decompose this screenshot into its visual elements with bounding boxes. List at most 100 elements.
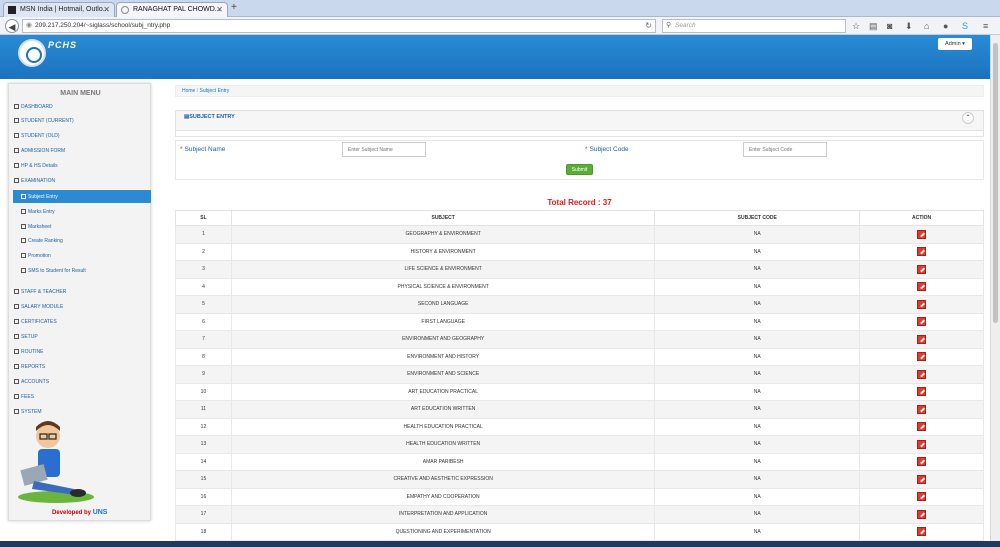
close-tab-icon[interactable]: ✕ <box>216 3 223 16</box>
sidebar-item-reports[interactable]: REPORTS <box>14 361 45 373</box>
sidebar-item-student-current[interactable]: STUDENT (CURRENT) <box>14 115 74 127</box>
grid-icon <box>21 194 26 200</box>
bookmark-star-icon[interactable]: ☆ <box>852 19 860 33</box>
cell-subject: INTERPRETATION AND APPLICATION <box>230 505 656 524</box>
sidebar-item-routine[interactable]: ROUTINE <box>14 346 44 358</box>
edit-icon[interactable] <box>917 387 927 397</box>
edit-icon[interactable] <box>917 404 927 414</box>
edit-icon[interactable] <box>917 299 927 309</box>
submit-button[interactable]: Submit <box>566 164 593 175</box>
cell-subject-code: NA <box>654 435 861 454</box>
edit-icon[interactable] <box>917 282 927 292</box>
breadcrumb-home-link[interactable]: Home <box>182 88 195 94</box>
sidebar-item-dashboard[interactable]: DASHBOARD <box>14 101 53 113</box>
edit-icon[interactable] <box>917 474 927 484</box>
chat-icon[interactable]: ● <box>943 19 948 33</box>
browser-search-input[interactable]: ⚲ Search <box>662 19 846 33</box>
sidebar-item-admission-form[interactable]: ADMISSION FORM <box>14 145 65 157</box>
sidebar-subitem-promotion[interactable]: Promotion <box>21 250 51 262</box>
subject-name-input[interactable] <box>342 142 426 157</box>
cell-subject-code: NA <box>654 242 861 261</box>
edit-icon[interactable] <box>917 334 927 344</box>
cell-sl: 3 <box>175 260 232 279</box>
edit-icon[interactable] <box>917 229 927 239</box>
sidebar-item-setup[interactable]: SETUP <box>14 331 38 343</box>
home-icon[interactable]: ⌂ <box>924 19 929 33</box>
reading-list-icon[interactable]: ▤ <box>869 19 878 33</box>
admin-dropdown-button[interactable]: Admin ▾ <box>938 38 972 50</box>
cell-subject-code: NA <box>654 505 861 524</box>
collapse-chevron-icon[interactable]: ⌃ <box>962 112 974 124</box>
sidebar-item-hp-hs-details[interactable]: HP & HS Details <box>14 160 58 172</box>
sidebar-subitem-sms-result[interactable]: SMS to Student for Result <box>21 265 86 277</box>
sidebar-subitem-marks-entry[interactable]: Marks Entry <box>21 206 55 218</box>
edit-icon[interactable] <box>917 317 927 327</box>
skype-icon[interactable]: S <box>962 19 968 33</box>
sidebar-item-examination[interactable]: EXAMINATION <box>14 175 55 187</box>
table-row: 14 AMAR PARIBESH NA <box>175 452 984 471</box>
scrollbar-thumb[interactable] <box>993 43 998 323</box>
edit-icon[interactable] <box>917 369 927 379</box>
close-tab-icon[interactable]: ✕ <box>103 3 110 16</box>
back-arrow-icon[interactable]: ◀ <box>5 19 19 33</box>
browser-tab-ranaghat[interactable]: RANAGHAT PAL CHOWD... ✕ <box>116 2 228 17</box>
table-row: 5 SECOND LANGUAGE NA <box>175 295 984 314</box>
edit-icon[interactable] <box>917 457 927 467</box>
cell-subject-code: NA <box>654 487 861 506</box>
grid-icon <box>14 364 19 370</box>
cell-sl: 5 <box>175 295 232 314</box>
edit-icon[interactable] <box>917 264 927 274</box>
cell-sl: 18 <box>175 522 232 541</box>
sidebar-subitem-create-ranking[interactable]: Create Ranking <box>21 235 63 247</box>
cell-sl: 13 <box>175 435 232 454</box>
new-tab-icon[interactable]: + <box>231 2 237 13</box>
cell-action <box>859 260 984 279</box>
cell-action <box>859 505 984 524</box>
cell-sl: 16 <box>175 487 232 506</box>
cell-subject: ENVIRONMENT AND HISTORY <box>230 347 656 366</box>
grid-icon <box>21 209 26 215</box>
grid-icon <box>14 163 19 169</box>
sidebar-subitem-subject-entry[interactable]: Subject Entry <box>21 191 58 203</box>
grid-icon <box>14 148 19 154</box>
sidebar-item-accounts[interactable]: ACCOUNTS <box>14 376 49 388</box>
grid-icon <box>21 238 26 244</box>
tab-title: MSN India | Hotmail, Outlo... <box>20 6 109 13</box>
download-icon[interactable]: ⬇ <box>905 19 913 33</box>
reload-icon[interactable]: ↻ <box>645 20 652 32</box>
sidebar-item-salary-module[interactable]: SALARY MODULE <box>14 301 63 313</box>
menu-icon[interactable]: ≡ <box>983 19 988 33</box>
edit-icon[interactable] <box>917 527 927 537</box>
edit-icon[interactable] <box>917 422 927 432</box>
edit-icon[interactable] <box>917 492 927 502</box>
table-row: 11 ART EDUCATION WRITTEN NA <box>175 400 984 419</box>
tab-title: RANAGHAT PAL CHOWD... <box>133 6 221 13</box>
edit-icon[interactable] <box>917 439 927 449</box>
developer-logo[interactable]: UNS <box>93 509 108 516</box>
page-scrollbar[interactable] <box>990 35 1000 541</box>
sidebar-item-student-old[interactable]: STUDENT (OLD) <box>14 130 60 142</box>
browser-tab-msn[interactable]: MSN India | Hotmail, Outlo... ✕ <box>3 2 115 17</box>
cell-sl: 17 <box>175 505 232 524</box>
cell-subject: FIRST LANGUAGE <box>230 312 656 331</box>
sidebar-item-staff-teacher[interactable]: STAFF & TEACHER <box>14 286 66 298</box>
os-taskbar <box>0 541 1000 547</box>
table-row: 12 HEALTH EDUCATION PRACTICAL NA <box>175 417 984 436</box>
panel-title: ▤SUBJECT ENTRY <box>184 114 235 120</box>
edit-icon[interactable] <box>917 509 927 519</box>
edit-icon[interactable] <box>917 352 927 362</box>
cell-subject-code: NA <box>654 452 861 471</box>
cell-sl: 6 <box>175 312 232 331</box>
sidebar-subitem-marksheet[interactable]: Marksheet <box>21 221 51 233</box>
school-logo-icon[interactable] <box>18 39 46 67</box>
search-placeholder: Search <box>675 22 696 29</box>
sidebar-item-system[interactable]: SYSTEM <box>14 406 42 418</box>
sidebar-item-certificates[interactable]: CERTIFICATES <box>14 316 57 328</box>
pocket-icon[interactable]: ◙ <box>887 19 892 33</box>
sidebar-item-fees[interactable]: FEES <box>14 391 34 403</box>
edit-icon[interactable] <box>917 247 927 257</box>
url-bar[interactable]: ◉ 209.217.250.204/~siglass/school/subj_n… <box>22 19 656 33</box>
subject-code-input[interactable] <box>743 142 827 157</box>
breadcrumb: Home / Subject Entry <box>175 85 984 97</box>
table-row: 9 ENVIRONMENT AND SCIENCE NA <box>175 365 984 384</box>
